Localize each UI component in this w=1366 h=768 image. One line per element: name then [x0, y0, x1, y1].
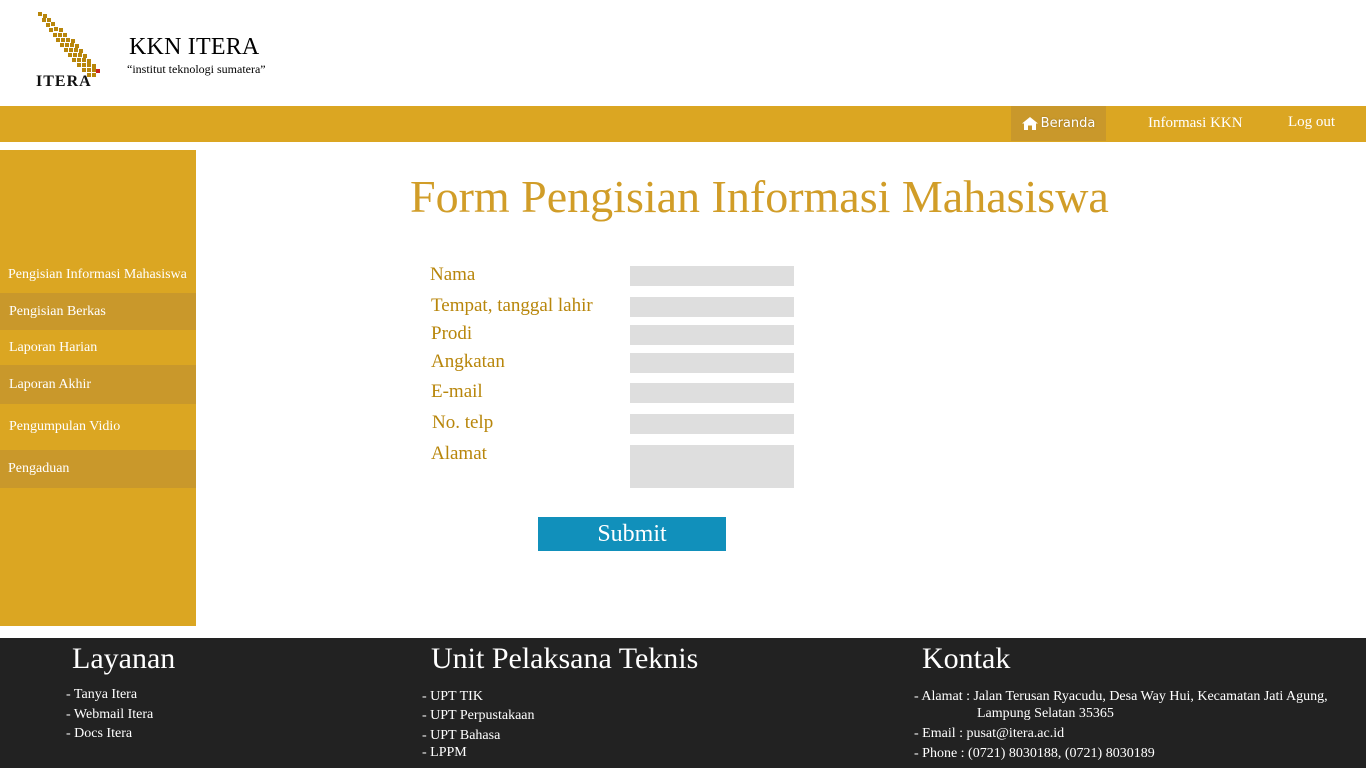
footer-kontak-alamat: - Alamat : Jalan Terusan Ryacudu, Desa W…	[914, 689, 1328, 704]
page-title: Form Pengisian Informasi Mahasiswa	[410, 171, 1109, 222]
label-alamat: Alamat	[431, 443, 487, 464]
prodi-input[interactable]	[630, 325, 794, 345]
footer-layanan-heading: Layanan	[72, 642, 176, 675]
footer-link-upt-perpustakaan[interactable]: - UPT Perpustakaan	[422, 708, 535, 724]
footer-link-docs-itera[interactable]: - Docs Itera	[66, 726, 132, 742]
footer-link-lppm[interactable]: - LPPM	[422, 745, 467, 761]
top-navbar: Beranda Informasi KKN Log out	[0, 106, 1366, 142]
nav-home-button[interactable]: Beranda	[1011, 106, 1106, 141]
sidebar-item-pengumpulan-vidio[interactable]: Pengumpulan Vidio	[0, 404, 196, 450]
submit-button[interactable]: Submit	[538, 517, 726, 551]
footer-upt-heading: Unit Pelaksana Teknis	[431, 642, 699, 675]
tempat-tanggal-lahir-input[interactable]	[630, 297, 794, 317]
sidebar-item-informasi-mahasiswa[interactable]: Pengisian Informasi Mahasiswa	[0, 257, 196, 293]
site-footer: Layanan - Tanya Itera - Webmail Itera - …	[0, 638, 1366, 768]
alamat-textarea[interactable]	[630, 445, 794, 488]
sidebar: Pengisian Informasi Mahasiswa Pengisian …	[0, 150, 196, 626]
no-telp-input[interactable]	[630, 414, 794, 434]
nav-informasi-kkn-link[interactable]: Informasi KKN	[1148, 115, 1243, 132]
footer-kontak-phone: - Phone : (0721) 8030188, (0721) 8030189	[914, 746, 1155, 761]
label-angkatan: Angkatan	[431, 351, 505, 372]
label-prodi: Prodi	[431, 323, 473, 344]
site-header: ITERA KKN ITERA “institut teknologi suma…	[0, 0, 1366, 106]
logo-text: ITERA	[36, 73, 92, 90]
sidebar-item-laporan-akhir[interactable]: Laporan Akhir	[0, 365, 196, 404]
footer-link-upt-tik[interactable]: - UPT TIK	[422, 689, 483, 705]
nav-home-label: Beranda	[1040, 116, 1096, 131]
label-no-telp: No. telp	[432, 412, 494, 433]
footer-kontak-email[interactable]: - Email : pusat@itera.ac.id	[914, 726, 1064, 742]
nav-logout-link[interactable]: Log out	[1288, 114, 1335, 131]
footer-link-upt-bahasa[interactable]: - UPT Bahasa	[422, 728, 500, 744]
email-input[interactable]	[630, 383, 794, 403]
nama-input[interactable]	[630, 266, 794, 286]
sidebar-item-pengisian-berkas[interactable]: Pengisian Berkas	[0, 293, 196, 330]
label-nama: Nama	[430, 264, 476, 285]
home-icon	[1021, 117, 1038, 130]
footer-link-webmail-itera[interactable]: - Webmail Itera	[66, 707, 153, 723]
site-tagline: “institut teknologi sumatera”	[127, 62, 266, 76]
sidebar-item-laporan-harian[interactable]: Laporan Harian	[0, 330, 196, 365]
label-tempat-tanggal-lahir: Tempat, tanggal lahir	[431, 295, 593, 316]
footer-link-tanya-itera[interactable]: - Tanya Itera	[66, 687, 137, 703]
site-title[interactable]: KKN ITERA	[129, 34, 259, 61]
footer-kontak-alamat-line2: Lampung Selatan 35365	[977, 706, 1114, 721]
footer-kontak-heading: Kontak	[922, 642, 1011, 675]
label-email: E-mail	[431, 381, 483, 402]
angkatan-input[interactable]	[630, 353, 794, 373]
sidebar-item-pengaduan[interactable]: Pengaduan	[0, 450, 196, 488]
